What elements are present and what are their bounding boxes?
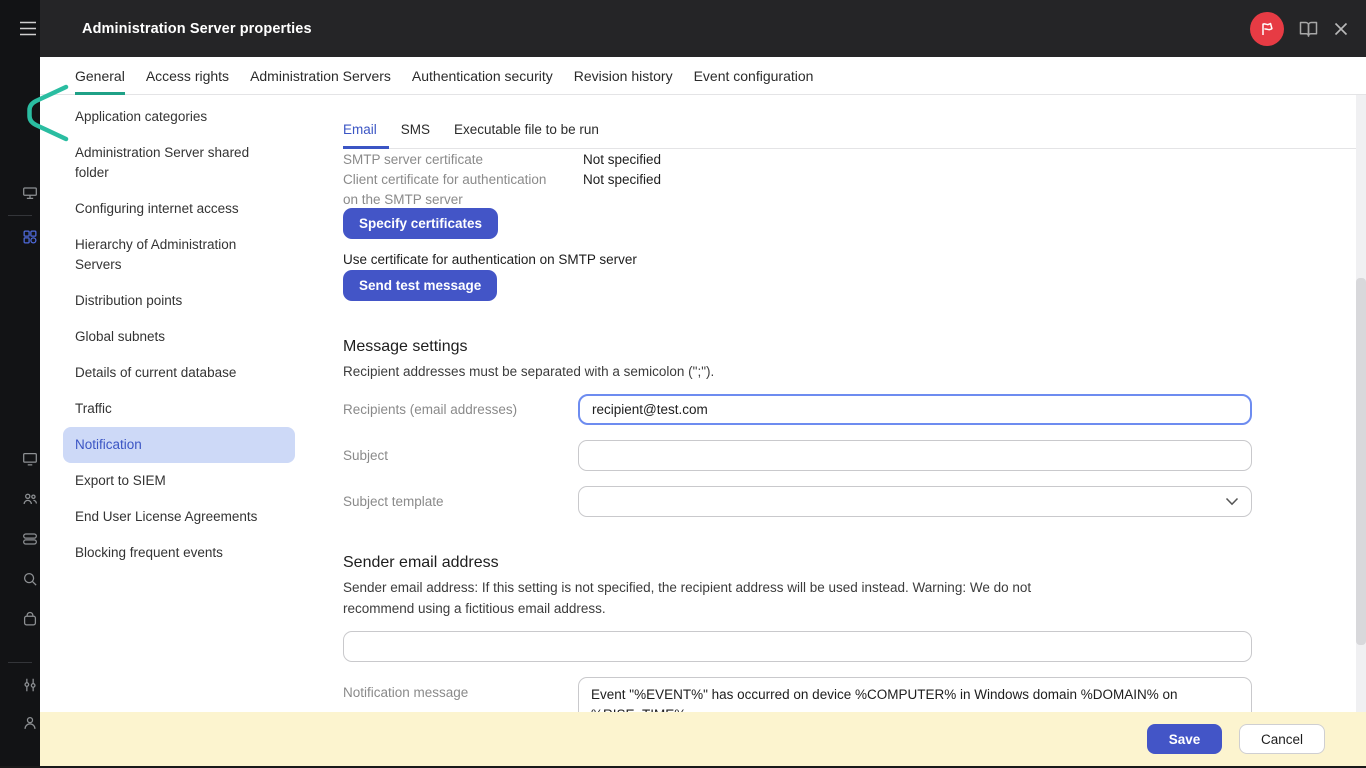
sidebar-item-database-details[interactable]: Details of current database: [63, 355, 295, 391]
dialog-title: Administration Server properties: [82, 21, 312, 37]
recipients-row: Recipients (email addresses): [343, 394, 1252, 425]
sidebar-item-internet-access[interactable]: Configuring internet access: [63, 191, 295, 227]
subject-input[interactable]: [578, 440, 1252, 471]
help-book-button[interactable]: [1298, 20, 1319, 38]
certificate-summary: SMTP server certificate Not specified Cl…: [343, 150, 661, 210]
notification-content: Email SMS Executable file to be run SMTP…: [343, 0, 1252, 768]
smtp-cert-value: Not specified: [583, 150, 661, 170]
tab-access-rights[interactable]: Access rights: [146, 57, 229, 94]
sidebar-item-notification[interactable]: Notification: [63, 427, 295, 463]
content-scrollbar[interactable]: [1356, 95, 1366, 712]
subtab-email[interactable]: Email: [343, 110, 377, 148]
subject-row: Subject: [343, 440, 1252, 471]
kaspersky-logo: [21, 82, 69, 144]
specify-certificates-button[interactable]: Specify certificates: [343, 208, 498, 239]
marketplace-bag-icon[interactable]: [21, 610, 39, 628]
smtp-cert-label: SMTP server certificate: [343, 150, 583, 170]
sidebar-item-export-to-siem[interactable]: Export to SIEM: [63, 463, 295, 499]
repositories-icon[interactable]: [21, 530, 39, 548]
cancel-button[interactable]: Cancel: [1239, 724, 1325, 754]
subject-template-row: Subject template: [343, 486, 1252, 517]
sender-row: [343, 631, 1252, 662]
subtab-executable-file[interactable]: Executable file to be run: [454, 110, 599, 148]
sender-description: Sender email address: If this setting is…: [343, 577, 1061, 619]
rail-divider: [8, 215, 32, 216]
search-icon[interactable]: [21, 570, 39, 588]
close-button[interactable]: [1333, 21, 1349, 37]
flag-icon: [1259, 21, 1275, 37]
sidebar-item-application-categories[interactable]: Application categories: [63, 99, 295, 135]
managed-devices-icon[interactable]: [21, 184, 39, 202]
save-button[interactable]: Save: [1147, 724, 1222, 754]
message-settings-heading: Message settings: [343, 338, 468, 356]
close-icon: [1333, 21, 1349, 37]
sidebar-item-traffic[interactable]: Traffic: [63, 391, 295, 427]
devices-monitor-icon[interactable]: [21, 450, 39, 468]
sidebar-item-hierarchy[interactable]: Hierarchy of Administration Servers: [63, 227, 295, 283]
sidebar-item-distribution-points[interactable]: Distribution points: [63, 283, 295, 319]
settings-sliders-icon[interactable]: [21, 676, 39, 694]
book-icon: [1298, 20, 1319, 38]
subtab-sms[interactable]: SMS: [401, 110, 430, 148]
use-certificate-text: Use certificate for authentication on SM…: [343, 252, 637, 267]
subject-template-label: Subject template: [343, 494, 444, 509]
sidebar-item-blocking-frequent-events[interactable]: Blocking frequent events: [63, 535, 295, 571]
tab-general[interactable]: General: [75, 57, 125, 94]
recipients-label: Recipients (email addresses): [343, 402, 517, 417]
notification-subtabs: Email SMS Executable file to be run: [343, 110, 1356, 149]
menu-icon[interactable]: [19, 21, 37, 36]
rail-divider: [8, 662, 32, 663]
sidebar-item-global-subnets[interactable]: Global subnets: [63, 319, 295, 355]
account-person-icon[interactable]: [21, 714, 39, 732]
sender-heading: Sender email address: [343, 554, 499, 572]
recipients-hint: Recipient addresses must be separated wi…: [343, 361, 714, 382]
feedback-flag-button[interactable]: [1250, 12, 1284, 46]
subject-template-select[interactable]: [578, 486, 1252, 517]
settings-nav: Application categories Administration Se…: [63, 99, 295, 571]
client-cert-label: Client certificate for authentication on…: [343, 170, 583, 210]
sidebar-item-shared-folder[interactable]: Administration Server shared folder: [63, 135, 295, 191]
notification-message-label: Notification message: [343, 685, 468, 700]
chevron-down-icon: [1225, 497, 1239, 506]
subject-label: Subject: [343, 448, 388, 463]
scrollbar-thumb[interactable]: [1356, 278, 1366, 645]
titlebar-actions: [1250, 0, 1349, 57]
sender-email-input[interactable]: [343, 631, 1252, 662]
sidebar-item-eula[interactable]: End User License Agreements: [63, 499, 295, 535]
screen: Administration Server properties G: [0, 0, 1366, 768]
users-icon[interactable]: [21, 490, 39, 508]
recipients-input[interactable]: [578, 394, 1252, 425]
dashboard-grid-icon[interactable]: [21, 228, 39, 246]
client-cert-value: Not specified: [583, 170, 661, 210]
dialog-footer: Save Cancel: [40, 712, 1366, 766]
send-test-message-button[interactable]: Send test message: [343, 270, 497, 301]
